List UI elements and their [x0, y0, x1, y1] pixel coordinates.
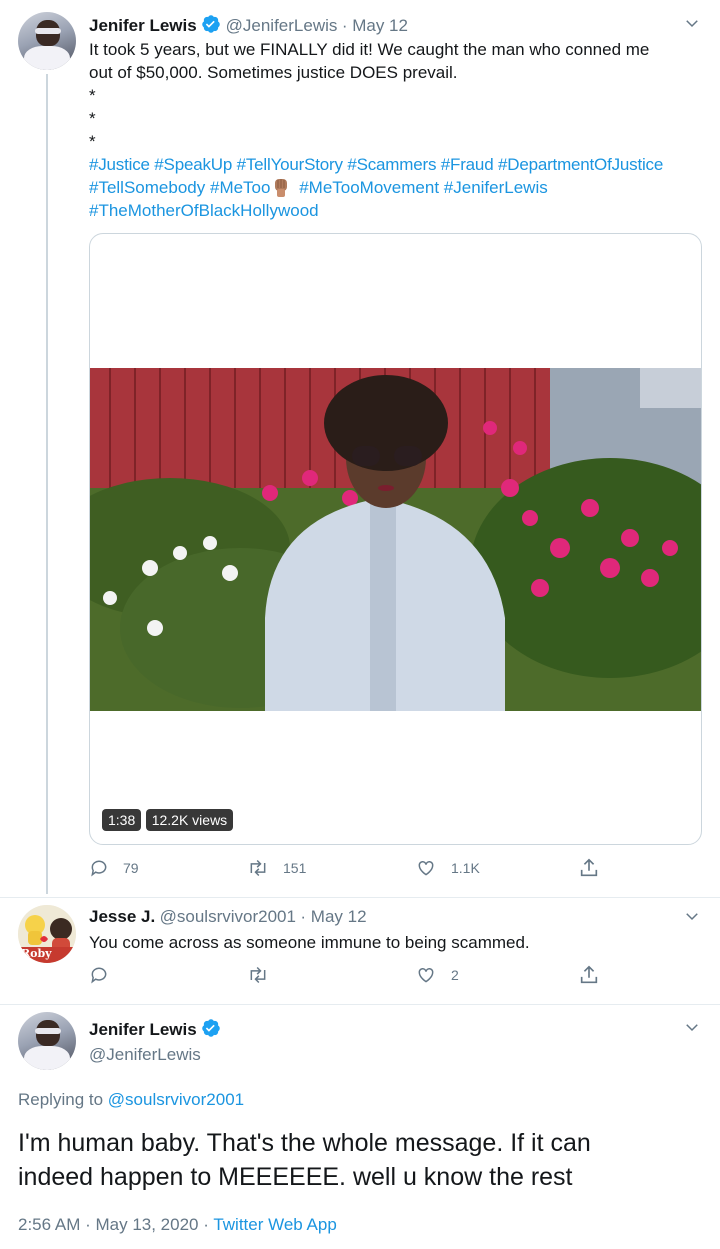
- asterisk: *: [89, 109, 96, 128]
- verified-badge-icon: [201, 14, 221, 39]
- tweet-date[interactable]: · May 12: [300, 907, 366, 926]
- tweet-text-line: It took 5 years, but we FINALLY did it! …: [89, 40, 650, 59]
- like-count: 1.1K: [451, 860, 480, 876]
- like-button[interactable]: 2: [415, 965, 459, 985]
- raised-fist-emoji-icon: [272, 177, 290, 197]
- author-handle[interactable]: @JeniferLewis: [89, 1045, 221, 1065]
- like-count: 2: [451, 967, 459, 983]
- retweet-icon: [250, 966, 266, 984]
- hashtag[interactable]: #Scammers: [347, 155, 436, 174]
- author-handle[interactable]: @JeniferLewis: [226, 16, 338, 35]
- share-icon: [580, 858, 598, 877]
- timestamp[interactable]: 2:56 AM · May 13, 2020 ·: [18, 1215, 209, 1234]
- share-button[interactable]: [578, 857, 614, 879]
- tweet-text-line: I'm human baby. That's the whole message…: [18, 1129, 591, 1157]
- replying-to-label: Replying to: [18, 1090, 104, 1109]
- share-icon: [580, 965, 598, 984]
- retweet-icon: [250, 859, 266, 877]
- like-button[interactable]: 1.1K: [415, 858, 480, 878]
- avatar[interactable]: Roby: [18, 905, 76, 963]
- video-card[interactable]: 1:38 12.2K views: [89, 233, 702, 845]
- avatar[interactable]: [18, 12, 76, 70]
- author-name[interactable]: Jesse J.: [89, 907, 155, 926]
- hashtag[interactable]: #SpeakUp: [154, 155, 232, 174]
- video-duration: 1:38: [102, 809, 142, 831]
- avatar[interactable]: [18, 1012, 76, 1070]
- tweet-text: I'm human baby. That's the whole message…: [18, 1126, 591, 1194]
- tweet-header: Jesse J. @soulsrvivor2001 · May 12: [89, 907, 367, 927]
- video-duration-badge: 1:38 12.2K views: [102, 809, 234, 831]
- hashtag-line: #Justice #SpeakUp #TellYourStory #Scamme…: [89, 153, 709, 176]
- reply-icon: [91, 967, 107, 984]
- hashtag[interactable]: #TellYourStory: [237, 155, 343, 174]
- hashtag[interactable]: #TellSomebody: [89, 178, 205, 197]
- hashtag-line: #TellSomebody #MeToo #MeTooMovement #Jen…: [89, 176, 709, 199]
- hashtag-line: #TheMotherOfBlackHollywood: [89, 199, 709, 222]
- replying-to: Replying to @soulsrvivor2001: [18, 1090, 244, 1110]
- hashtag[interactable]: #Fraud: [441, 155, 494, 174]
- reply-button[interactable]: 79: [89, 858, 139, 878]
- video-thumbnail: [90, 368, 701, 711]
- heart-icon: [418, 967, 434, 983]
- tweet-date[interactable]: · May 12: [342, 16, 408, 35]
- chevron-down-icon[interactable]: [683, 14, 701, 37]
- retweet-count: 151: [283, 860, 307, 876]
- reply-count: 79: [123, 860, 139, 876]
- hashtag[interactable]: #MeToo: [210, 178, 270, 197]
- hashtag[interactable]: #DepartmentOfJustice: [498, 155, 663, 174]
- replying-to-handle[interactable]: @soulsrvivor2001: [108, 1090, 244, 1109]
- author-handle[interactable]: @soulsrvivor2001: [160, 907, 296, 926]
- chevron-down-icon[interactable]: [683, 907, 701, 930]
- heart-icon: [418, 860, 434, 876]
- divider: [0, 1004, 720, 1005]
- tweet-header: Jenifer Lewis @JeniferLewis: [89, 1018, 221, 1065]
- video-frame[interactable]: [90, 368, 701, 711]
- tweet-meta: 2:56 AM · May 13, 2020 · Twitter Web App: [18, 1215, 337, 1235]
- author-name[interactable]: Jenifer Lewis: [89, 1020, 197, 1039]
- hashtag[interactable]: #MeTooMovement: [299, 178, 439, 197]
- reply-icon: [91, 860, 107, 877]
- hashtag[interactable]: #JeniferLewis: [444, 178, 548, 197]
- share-button[interactable]: [578, 964, 614, 986]
- asterisk: *: [89, 86, 96, 105]
- tweet-text-line: indeed happen to MEEEEEE. well u know th…: [18, 1163, 573, 1191]
- divider: [0, 897, 720, 898]
- tweet-text-line: out of $50,000. Sometimes justice DOES p…: [89, 63, 458, 82]
- video-views: 12.2K views: [145, 809, 234, 831]
- author-name[interactable]: Jenifer Lewis: [89, 16, 197, 35]
- hashtag[interactable]: #TheMotherOfBlackHollywood: [89, 201, 319, 220]
- verified-badge-icon: [201, 1018, 221, 1043]
- retweet-button[interactable]: 151: [247, 858, 306, 878]
- tweet-text: You come across as someone immune to bei…: [89, 933, 530, 952]
- hashtag[interactable]: #Justice: [89, 155, 150, 174]
- asterisk: *: [89, 132, 96, 151]
- avatar-text: Roby: [21, 947, 52, 960]
- chevron-down-icon[interactable]: [683, 1018, 701, 1041]
- thread-line: [46, 74, 48, 894]
- retweet-button[interactable]: [247, 965, 283, 985]
- reply-button[interactable]: [89, 965, 123, 985]
- tweet-source[interactable]: Twitter Web App: [213, 1215, 336, 1234]
- tweet-header: Jenifer Lewis @JeniferLewis · May 12: [89, 14, 408, 39]
- tweet-text: It took 5 years, but we FINALLY did it! …: [89, 38, 709, 222]
